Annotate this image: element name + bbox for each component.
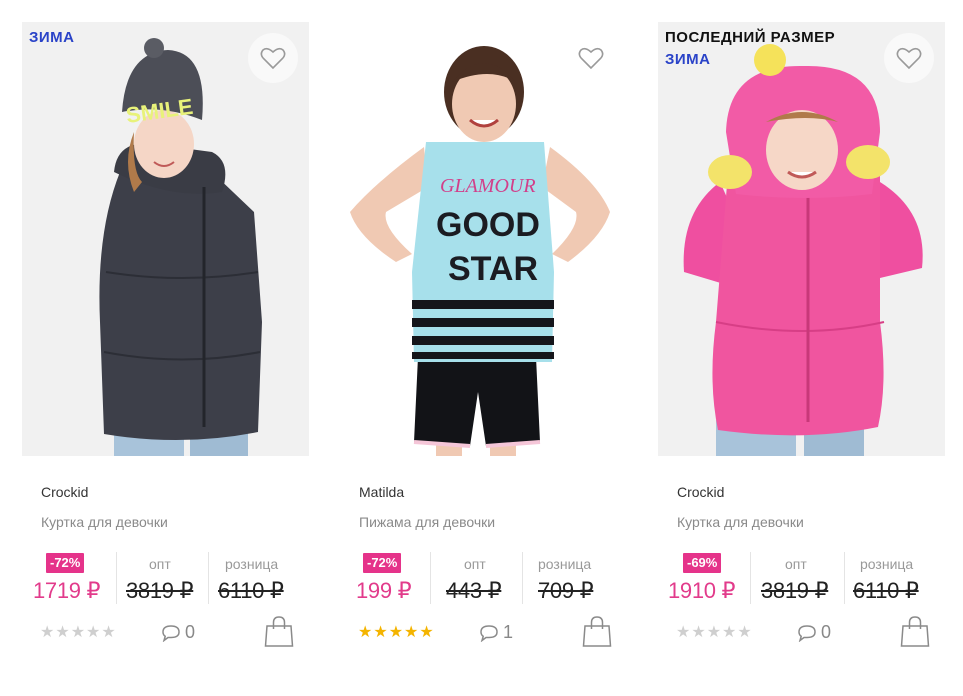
- star-icon: ★: [70, 624, 86, 641]
- retail-price: 6110 ₽: [853, 578, 919, 603]
- brand-name[interactable]: Crockid: [677, 484, 724, 500]
- price-column-retail: розница 6110 ₽: [218, 552, 300, 604]
- comment-icon: [162, 624, 180, 642]
- price-block: -72% 199 ₽ опт 443 ₽ розница 709 ₽: [340, 552, 627, 604]
- current-price: 199 ₽: [356, 578, 412, 603]
- product-card[interactable]: ПОСЛЕДНИЙ РАЗМЕР ЗИМА Crockid Куртка для…: [658, 22, 945, 682]
- price-column-own: -69% 1910 ₽: [668, 552, 750, 604]
- retail-price: 709 ₽: [538, 578, 594, 603]
- discount-badge: -72%: [363, 553, 402, 573]
- product-image-pajama: GLAMOUR GOOD STAR: [350, 46, 610, 456]
- svg-text:STAR: STAR: [448, 250, 538, 288]
- star-icon: ★: [373, 624, 388, 641]
- add-to-cart-button[interactable]: [900, 615, 930, 648]
- product-image-jacket-dark: SMILE: [99, 38, 262, 456]
- price-column-retail: розница 6110 ₽: [853, 552, 935, 604]
- wholesale-price: 3819 ₽: [761, 578, 829, 603]
- rating-stars[interactable]: ★ ★ ★ ★ ★: [40, 624, 116, 642]
- star-icon: ★: [55, 624, 70, 641]
- star-icon: ★: [404, 624, 419, 641]
- comments-link[interactable]: 1: [479, 622, 513, 643]
- star-icon: ★: [691, 624, 706, 641]
- divider: [430, 552, 431, 604]
- price-column-wholesale: опт 3819 ₽: [761, 552, 841, 604]
- heart-icon: [578, 47, 604, 70]
- shopping-bag-icon: [264, 616, 294, 647]
- star-icon: ★: [737, 624, 752, 641]
- comments-count: 0: [185, 622, 196, 642]
- add-to-cart-button[interactable]: [582, 615, 612, 648]
- star-icon: ★: [40, 624, 55, 641]
- star-icon: ★: [676, 624, 691, 641]
- add-to-cart-button[interactable]: [264, 615, 294, 648]
- product-photo[interactable]: ПОСЛЕДНИЙ РАЗМЕР ЗИМА: [658, 22, 945, 456]
- retail-price: 6110 ₽: [218, 578, 284, 603]
- comments-count: 0: [821, 622, 832, 642]
- product-name[interactable]: Куртка для девочки: [41, 514, 168, 530]
- price-column-own: -72% 199 ₽: [356, 552, 428, 604]
- discount-badge: -72%: [46, 553, 85, 573]
- comment-icon: [480, 624, 498, 642]
- star-icon: ★: [706, 624, 722, 641]
- price-column-own: -72% 1719 ₽: [33, 552, 115, 604]
- star-icon: ★: [358, 624, 373, 641]
- favorite-button[interactable]: [884, 33, 934, 83]
- price-block: -72% 1719 ₽ опт 3819 ₽ розница 6110 ₽: [22, 552, 309, 604]
- season-badge: ЗИМА: [29, 29, 75, 46]
- star-icon: ★: [722, 624, 737, 641]
- comments-link[interactable]: 0: [161, 622, 195, 643]
- badge-list: ПОСЛЕДНИЙ РАЗМЕР ЗИМА: [665, 30, 835, 68]
- divider: [844, 552, 845, 604]
- product-card[interactable]: SMILE ЗИМА Crockid Куртка для девочки -7…: [22, 22, 309, 682]
- wholesale-label: опт: [785, 556, 807, 572]
- divider: [750, 552, 751, 604]
- wholesale-label: опт: [464, 556, 486, 572]
- brand-name[interactable]: Matilda: [359, 484, 404, 500]
- svg-text:GOOD: GOOD: [436, 206, 540, 244]
- price-block: -69% 1910 ₽ опт 3819 ₽ розница 6110 ₽: [658, 552, 945, 604]
- heart-icon: [896, 47, 922, 70]
- product-name[interactable]: Пижама для девочки: [359, 514, 495, 530]
- wholesale-price: 3819 ₽: [126, 578, 194, 603]
- shopping-bag-icon: [900, 616, 930, 647]
- favorite-button[interactable]: [566, 33, 616, 83]
- retail-label: розница: [860, 556, 914, 572]
- product-photo[interactable]: GLAMOUR GOOD STAR: [340, 22, 627, 456]
- season-badge: ЗИМА: [665, 51, 711, 68]
- star-icon: ★: [388, 624, 404, 641]
- product-name[interactable]: Куртка для девочки: [677, 514, 804, 530]
- star-icon: ★: [419, 624, 434, 641]
- retail-label: розница: [225, 556, 279, 572]
- comment-icon: [798, 624, 816, 642]
- rating-stars[interactable]: ★ ★ ★ ★ ★: [358, 624, 434, 642]
- price-column-wholesale: опт 443 ₽: [446, 552, 516, 604]
- shopping-bag-icon: [582, 616, 612, 647]
- price-column-retail: розница 709 ₽: [538, 552, 618, 604]
- rating-stars[interactable]: ★ ★ ★ ★ ★: [676, 624, 752, 642]
- brand-name[interactable]: Crockid: [41, 484, 88, 500]
- discount-badge: -69%: [683, 553, 722, 573]
- current-price: 1719 ₽: [33, 578, 101, 603]
- divider: [116, 552, 117, 604]
- divider: [522, 552, 523, 604]
- divider: [208, 552, 209, 604]
- current-price: 1910 ₽: [668, 578, 736, 603]
- star-icon: ★: [101, 624, 116, 641]
- comments-count: 1: [503, 622, 514, 642]
- price-column-wholesale: опт 3819 ₽: [126, 552, 206, 604]
- product-card[interactable]: GLAMOUR GOOD STAR Matilda Пижама для дев…: [340, 22, 627, 682]
- star-icon: ★: [86, 624, 101, 641]
- comments-link[interactable]: 0: [797, 622, 831, 643]
- product-photo[interactable]: SMILE ЗИМА: [22, 22, 309, 456]
- last-size-badge: ПОСЛЕДНИЙ РАЗМЕР: [665, 29, 836, 46]
- favorite-button[interactable]: [248, 33, 298, 83]
- svg-text:GLAMOUR: GLAMOUR: [440, 175, 536, 197]
- retail-label: розница: [538, 556, 592, 572]
- wholesale-price: 443 ₽: [446, 578, 502, 603]
- badge-list: ЗИМА: [29, 30, 75, 46]
- product-image-jacket-pink: [683, 44, 923, 456]
- wholesale-label: опт: [149, 556, 171, 572]
- heart-icon: [260, 47, 286, 70]
